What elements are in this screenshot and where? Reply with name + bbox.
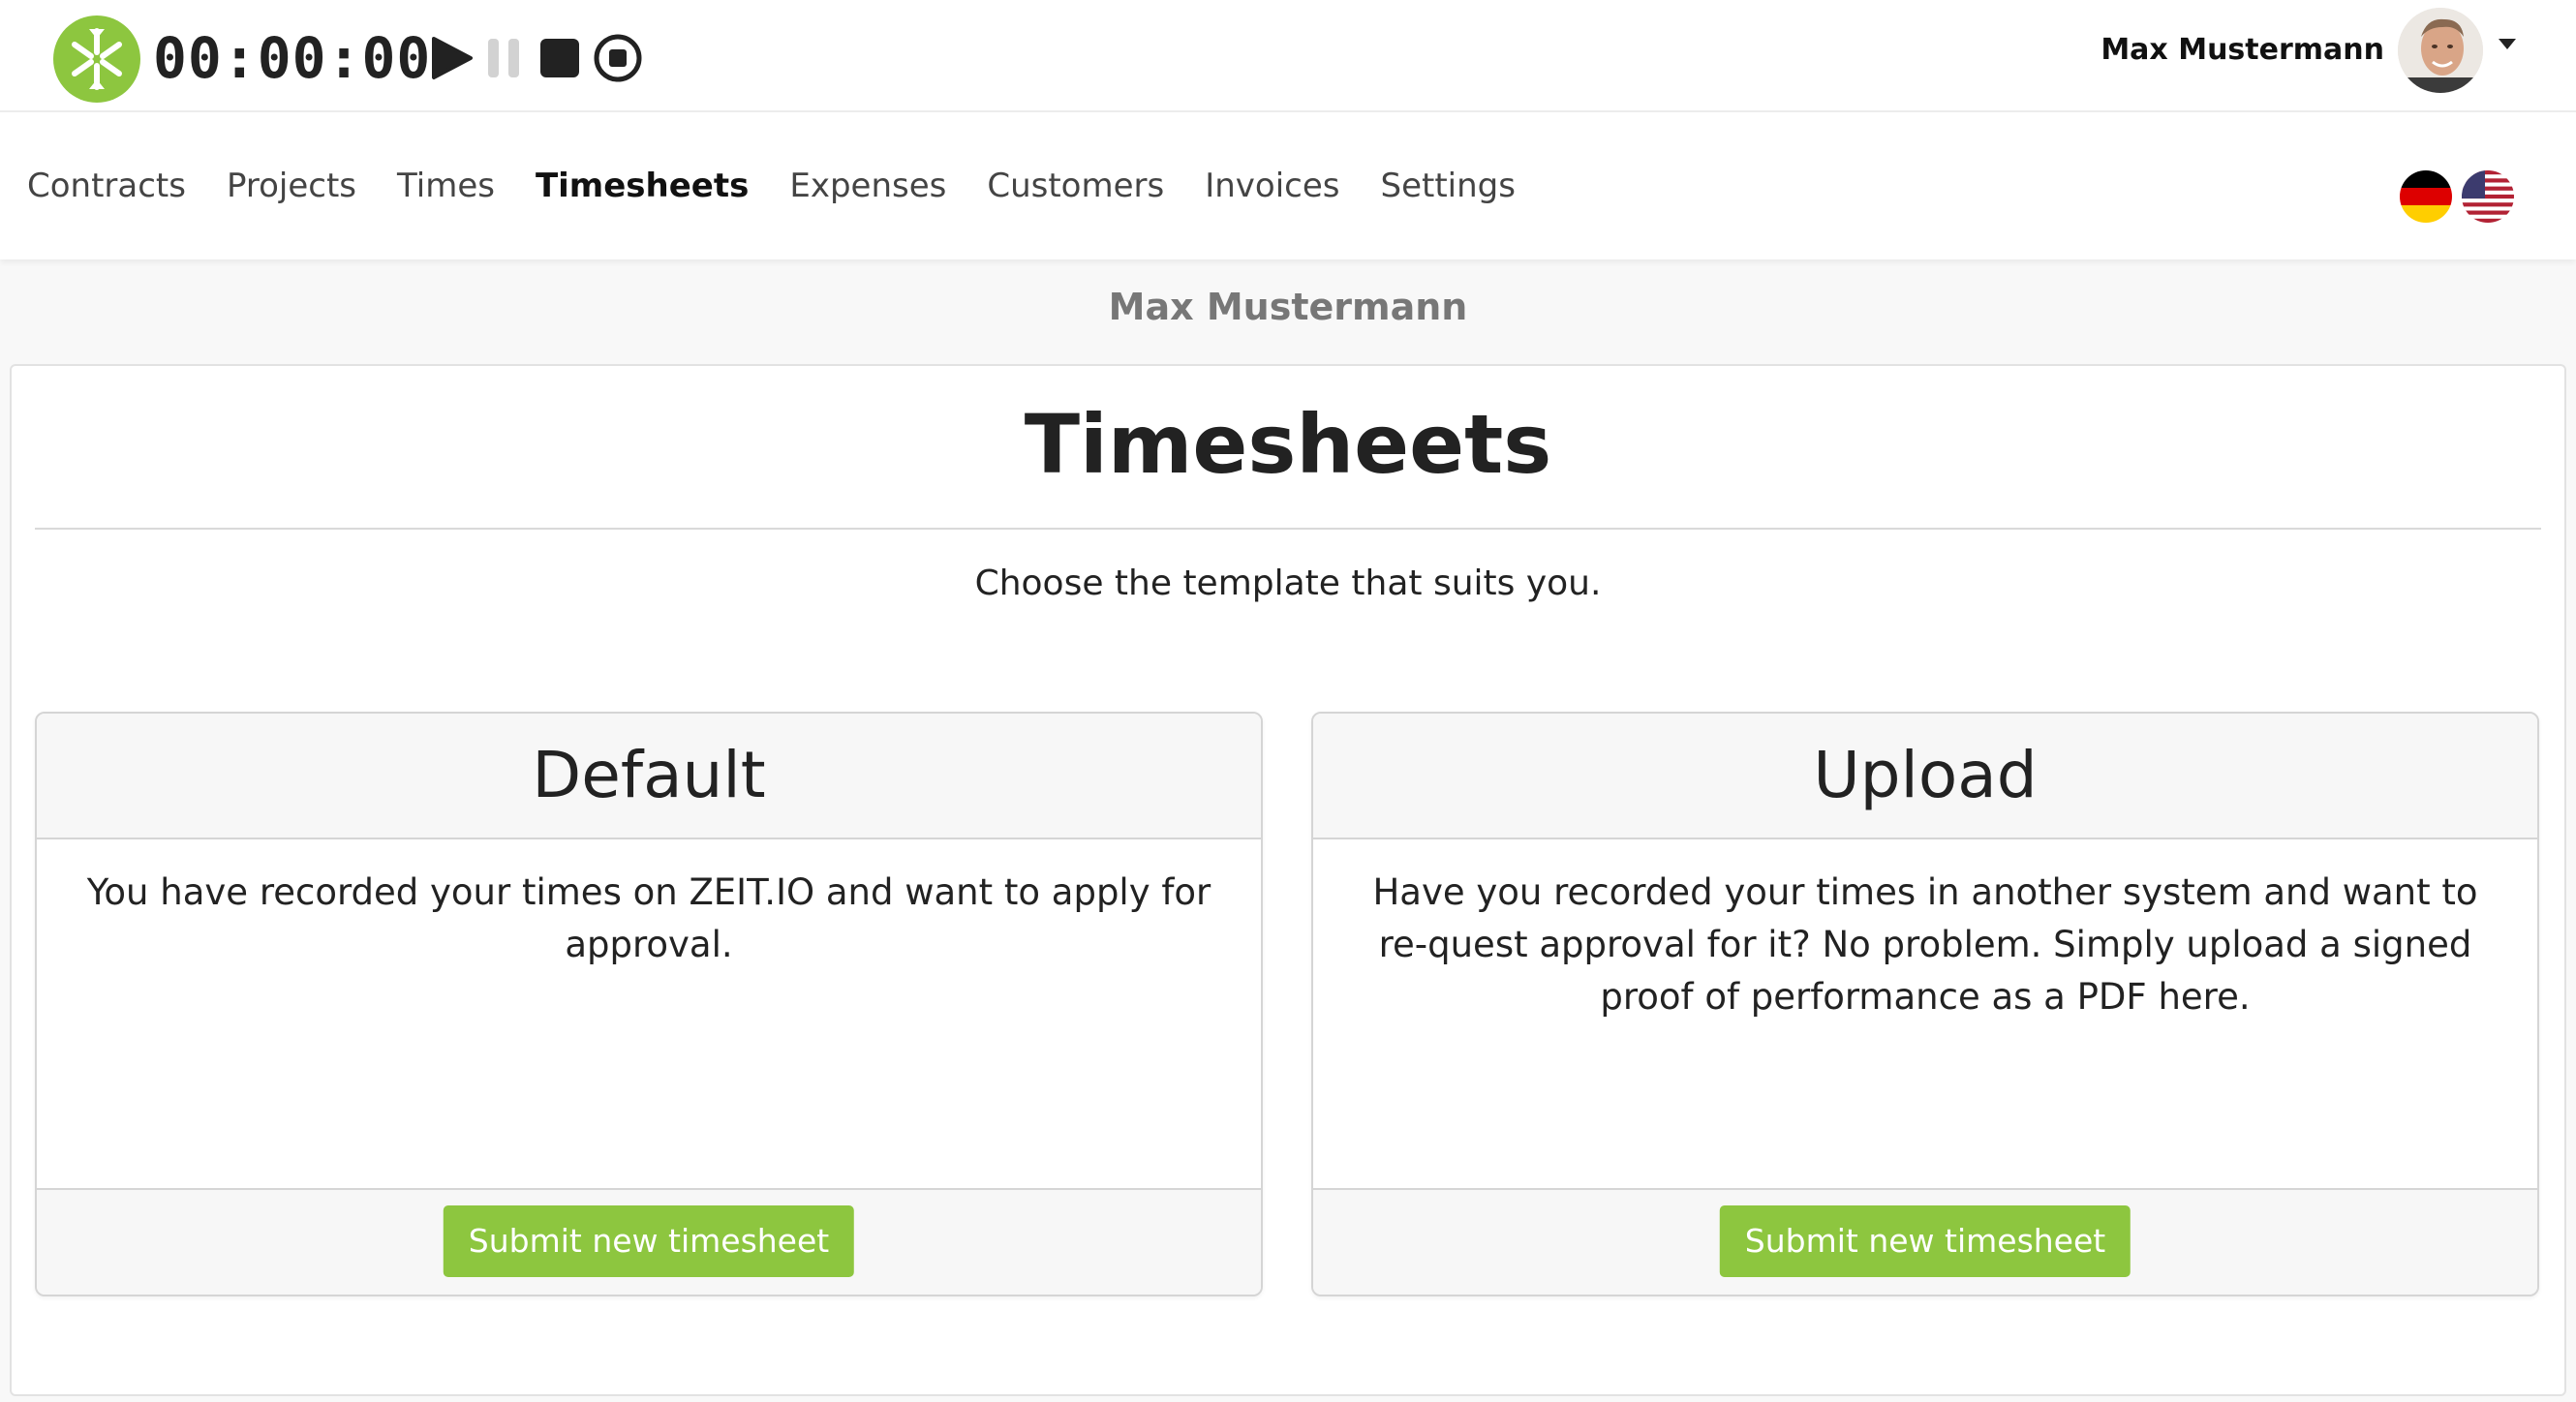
- template-card-upload: Upload Have you recorded your times in a…: [1311, 712, 2539, 1296]
- nav-item-contracts[interactable]: Contracts: [27, 167, 186, 205]
- timer-display: 00:00:00: [153, 25, 432, 91]
- nav-item-customers[interactable]: Customers: [987, 167, 1164, 205]
- nav-item-expenses[interactable]: Expenses: [789, 167, 946, 205]
- card-description: Have you recorded your times in another …: [1372, 871, 2478, 1018]
- card-title: Upload: [1313, 714, 2537, 839]
- chevron-down-icon[interactable]: [2499, 39, 2516, 49]
- card-footer: Submit new timesheet: [1313, 1188, 2537, 1295]
- submit-timesheet-button[interactable]: Submit new timesheet: [1719, 1205, 2131, 1277]
- nav-item-settings[interactable]: Settings: [1381, 167, 1516, 205]
- nav-item-projects[interactable]: Projects: [227, 167, 356, 205]
- record-icon[interactable]: [591, 29, 645, 87]
- stop-icon[interactable]: [533, 29, 587, 87]
- card-title: Default: [37, 714, 1261, 839]
- page-user-heading: Max Mustermann: [1108, 286, 1468, 328]
- submit-timesheet-button[interactable]: Submit new timesheet: [443, 1205, 855, 1277]
- main-nav: Contracts Projects Times Timesheets Expe…: [0, 112, 2576, 259]
- divider: [35, 528, 2541, 530]
- us-flag-icon[interactable]: [2462, 170, 2514, 223]
- template-card-default: Default You have recorded your times on …: [35, 712, 1263, 1296]
- nav-item-times[interactable]: Times: [397, 167, 495, 205]
- card-footer: Submit new timesheet: [37, 1188, 1261, 1295]
- nav-item-invoices[interactable]: Invoices: [1205, 167, 1339, 205]
- avatar[interactable]: [2398, 8, 2483, 93]
- timesheets-panel: Timesheets Choose the template that suit…: [10, 364, 2566, 1396]
- page-subtitle: Choose the template that suits you.: [974, 564, 1602, 603]
- german-flag-icon[interactable]: [2400, 170, 2452, 223]
- pause-icon[interactable]: [478, 29, 533, 87]
- timer-bar: 00:00:00 Max Mustermann: [0, 0, 2576, 112]
- card-description: You have recorded your times on ZEIT.IO …: [86, 871, 1211, 965]
- page-title: Timesheets: [1024, 397, 1552, 492]
- nav-item-timesheets[interactable]: Timesheets: [536, 167, 749, 205]
- zeitio-logo-icon[interactable]: [53, 15, 140, 103]
- user-menu-name[interactable]: Max Mustermann: [2082, 29, 2384, 72]
- play-icon[interactable]: [426, 29, 480, 87]
